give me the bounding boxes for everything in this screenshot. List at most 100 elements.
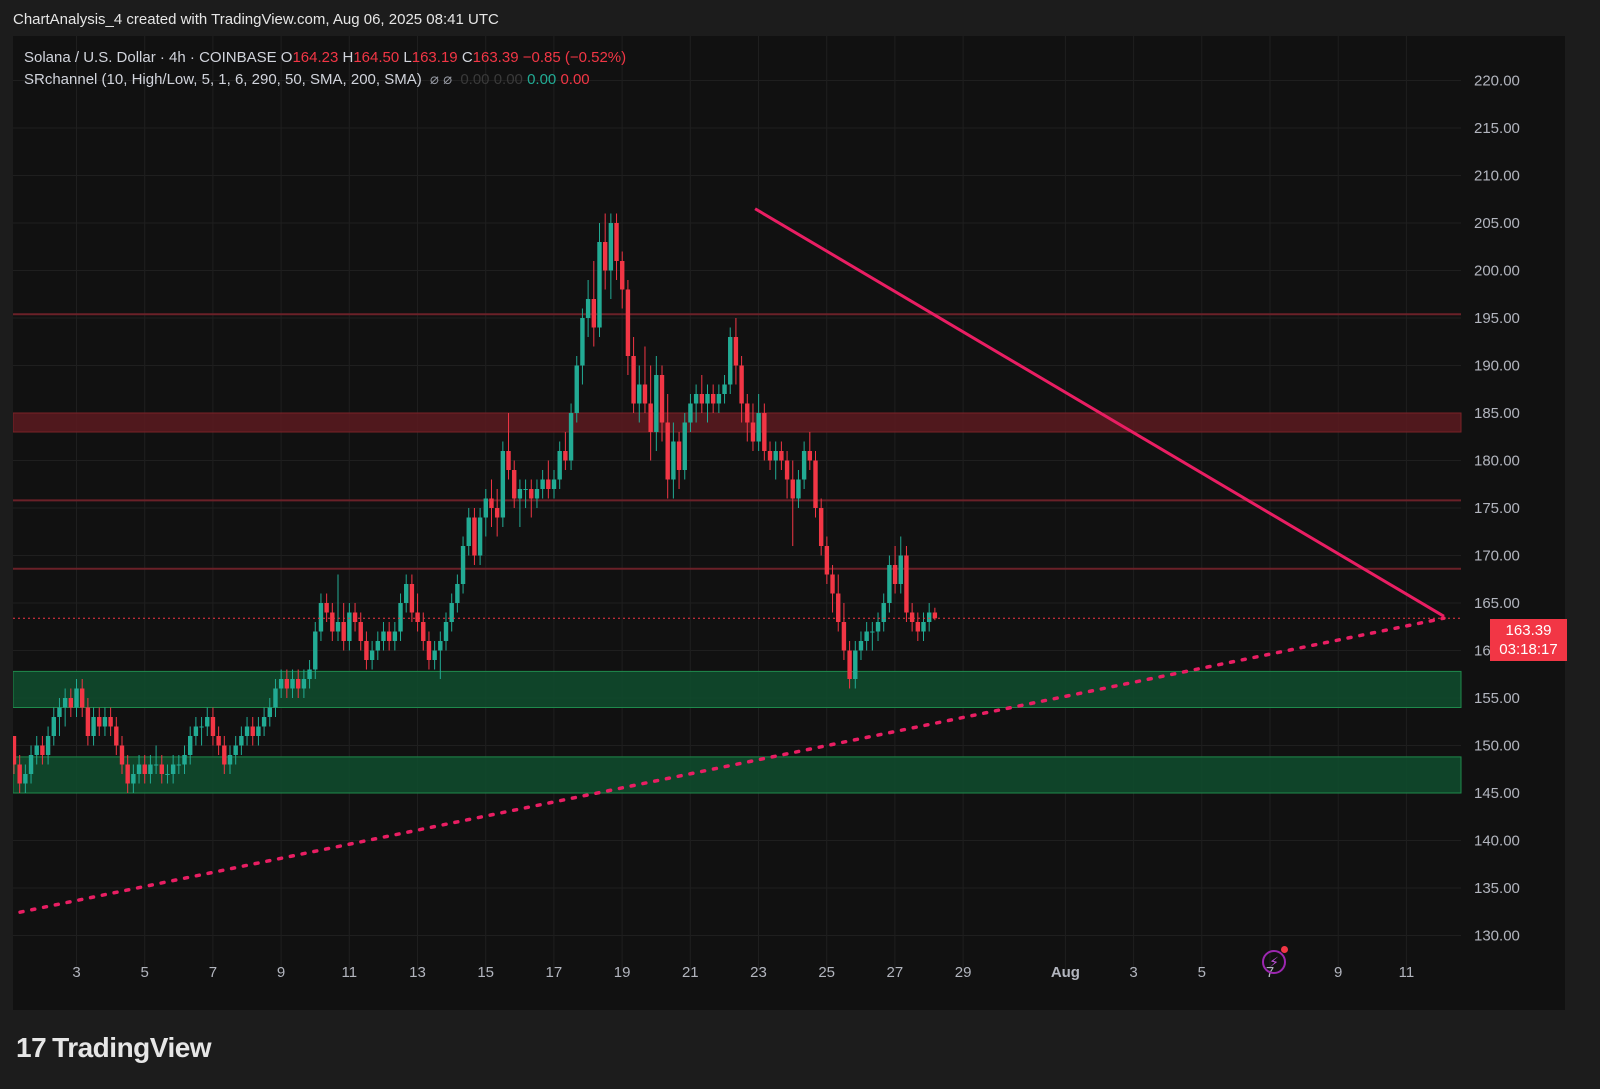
candle-down[interactable] [97, 717, 102, 727]
candle-down[interactable] [591, 299, 597, 328]
candle-down[interactable] [620, 261, 625, 290]
candle-up[interactable] [585, 299, 591, 318]
candle-down[interactable] [13, 736, 17, 765]
candle-up[interactable] [227, 755, 233, 765]
candle-up[interactable] [466, 517, 471, 547]
candle-up[interactable] [517, 489, 523, 499]
candle-down[interactable] [415, 612, 420, 623]
candle-up[interactable] [273, 688, 278, 708]
candle-up[interactable] [801, 451, 807, 480]
candle-down[interactable] [892, 565, 898, 584]
candle-up[interactable] [483, 498, 488, 518]
candle-up[interactable] [608, 223, 614, 271]
candle-up[interactable] [534, 489, 540, 499]
candle-up[interactable] [261, 717, 267, 727]
candle-down[interactable] [648, 403, 653, 433]
candle-down[interactable] [108, 717, 113, 727]
candle-up[interactable] [671, 441, 676, 480]
candle-up[interactable] [455, 584, 460, 603]
candle-down[interactable] [824, 546, 830, 575]
candle-up[interactable] [62, 698, 68, 708]
candle-down[interactable] [739, 365, 744, 404]
candle-down[interactable] [909, 612, 915, 623]
tradingview-logo[interactable]: 17 TradingView [16, 1032, 212, 1064]
lightning-icon[interactable]: ⚡ [1262, 950, 1286, 974]
candle-down[interactable] [779, 451, 784, 461]
candle-up[interactable] [375, 641, 380, 651]
candle-down[interactable] [330, 612, 335, 632]
candle-up[interactable] [637, 384, 642, 404]
candle-down[interactable] [745, 403, 750, 423]
candle-down[interactable] [79, 688, 85, 708]
candle-up[interactable] [858, 641, 864, 651]
candle-down[interactable] [904, 555, 909, 613]
candle-down[interactable] [915, 622, 921, 632]
candle-down[interactable] [472, 517, 477, 556]
candle-down[interactable] [767, 451, 773, 461]
candle-up[interactable] [153, 764, 159, 766]
candle-down[interactable] [125, 764, 130, 784]
candle-down[interactable] [602, 242, 608, 271]
candle-up[interactable] [74, 688, 79, 708]
candle-down[interactable] [847, 650, 852, 680]
candle-down[interactable] [665, 422, 670, 480]
candle-up[interactable] [176, 764, 182, 766]
candle-down[interactable] [818, 508, 824, 546]
candle-up[interactable] [580, 318, 585, 366]
candle-down[interactable] [614, 223, 619, 261]
candle-down[interactable] [159, 764, 164, 775]
candle-up[interactable] [205, 717, 210, 727]
candle-up[interactable] [148, 764, 153, 775]
candle-up[interactable] [870, 631, 875, 633]
candle-down[interactable] [932, 612, 938, 619]
candle-up[interactable] [307, 669, 312, 680]
candle-up[interactable] [199, 726, 204, 728]
candle-down[interactable] [216, 736, 221, 746]
candle-up[interactable] [477, 517, 483, 556]
candle-up[interactable] [574, 365, 579, 414]
candle-down[interactable] [358, 622, 363, 641]
candle-down[interactable] [210, 717, 216, 736]
indicator-name[interactable]: SRchannel (10, High/Low, 5, 1, 6, 290, 5… [24, 71, 422, 88]
candle-down[interactable] [119, 745, 125, 765]
candle-up[interactable] [693, 394, 699, 404]
candle-down[interactable] [563, 451, 568, 461]
candle-down[interactable] [546, 479, 551, 490]
candle-down[interactable] [676, 441, 682, 471]
candle-up[interactable] [233, 745, 238, 756]
candle-down[interactable] [631, 356, 636, 404]
candle-down[interactable] [807, 451, 813, 461]
candle-up[interactable] [460, 546, 466, 584]
candle-up[interactable] [301, 679, 307, 689]
candle-up[interactable] [57, 707, 62, 718]
candle-up[interactable] [921, 622, 926, 632]
candle-up[interactable] [193, 726, 199, 737]
candle-up[interactable] [705, 394, 710, 404]
candle-down[interactable] [386, 631, 392, 642]
candle-down[interactable] [341, 622, 346, 641]
candle-up[interactable] [864, 631, 869, 642]
candle-up[interactable] [28, 755, 34, 774]
candle-down[interactable] [364, 641, 369, 660]
candle-down[interactable] [659, 375, 665, 423]
candle-down[interactable] [506, 451, 511, 470]
price-chart[interactable]: 220.00215.00210.00205.00200.00195.00190.… [13, 36, 1565, 1010]
candle-up[interactable] [438, 641, 443, 651]
candle-up[interactable] [278, 679, 284, 689]
candle-up[interactable] [23, 774, 28, 784]
candle-up[interactable] [773, 451, 778, 461]
chart-frame[interactable]: 220.00 215.00 210.00 205.00 200.00 195.00 190.… [13, 36, 1565, 1010]
candle-down[interactable] [699, 394, 705, 404]
candle-up[interactable] [131, 774, 136, 784]
candle-up[interactable] [392, 631, 398, 642]
candle-up[interactable] [716, 394, 722, 404]
candle-up[interactable] [34, 745, 39, 756]
candle-down[interactable] [114, 726, 119, 746]
candle-down[interactable] [426, 641, 432, 660]
candle-down[interactable] [836, 593, 841, 623]
candle-up[interactable] [597, 242, 602, 328]
candle-up[interactable] [102, 717, 108, 727]
candle-up[interactable] [136, 764, 142, 775]
candle-up[interactable] [682, 422, 687, 471]
candle-up[interactable] [500, 451, 506, 518]
